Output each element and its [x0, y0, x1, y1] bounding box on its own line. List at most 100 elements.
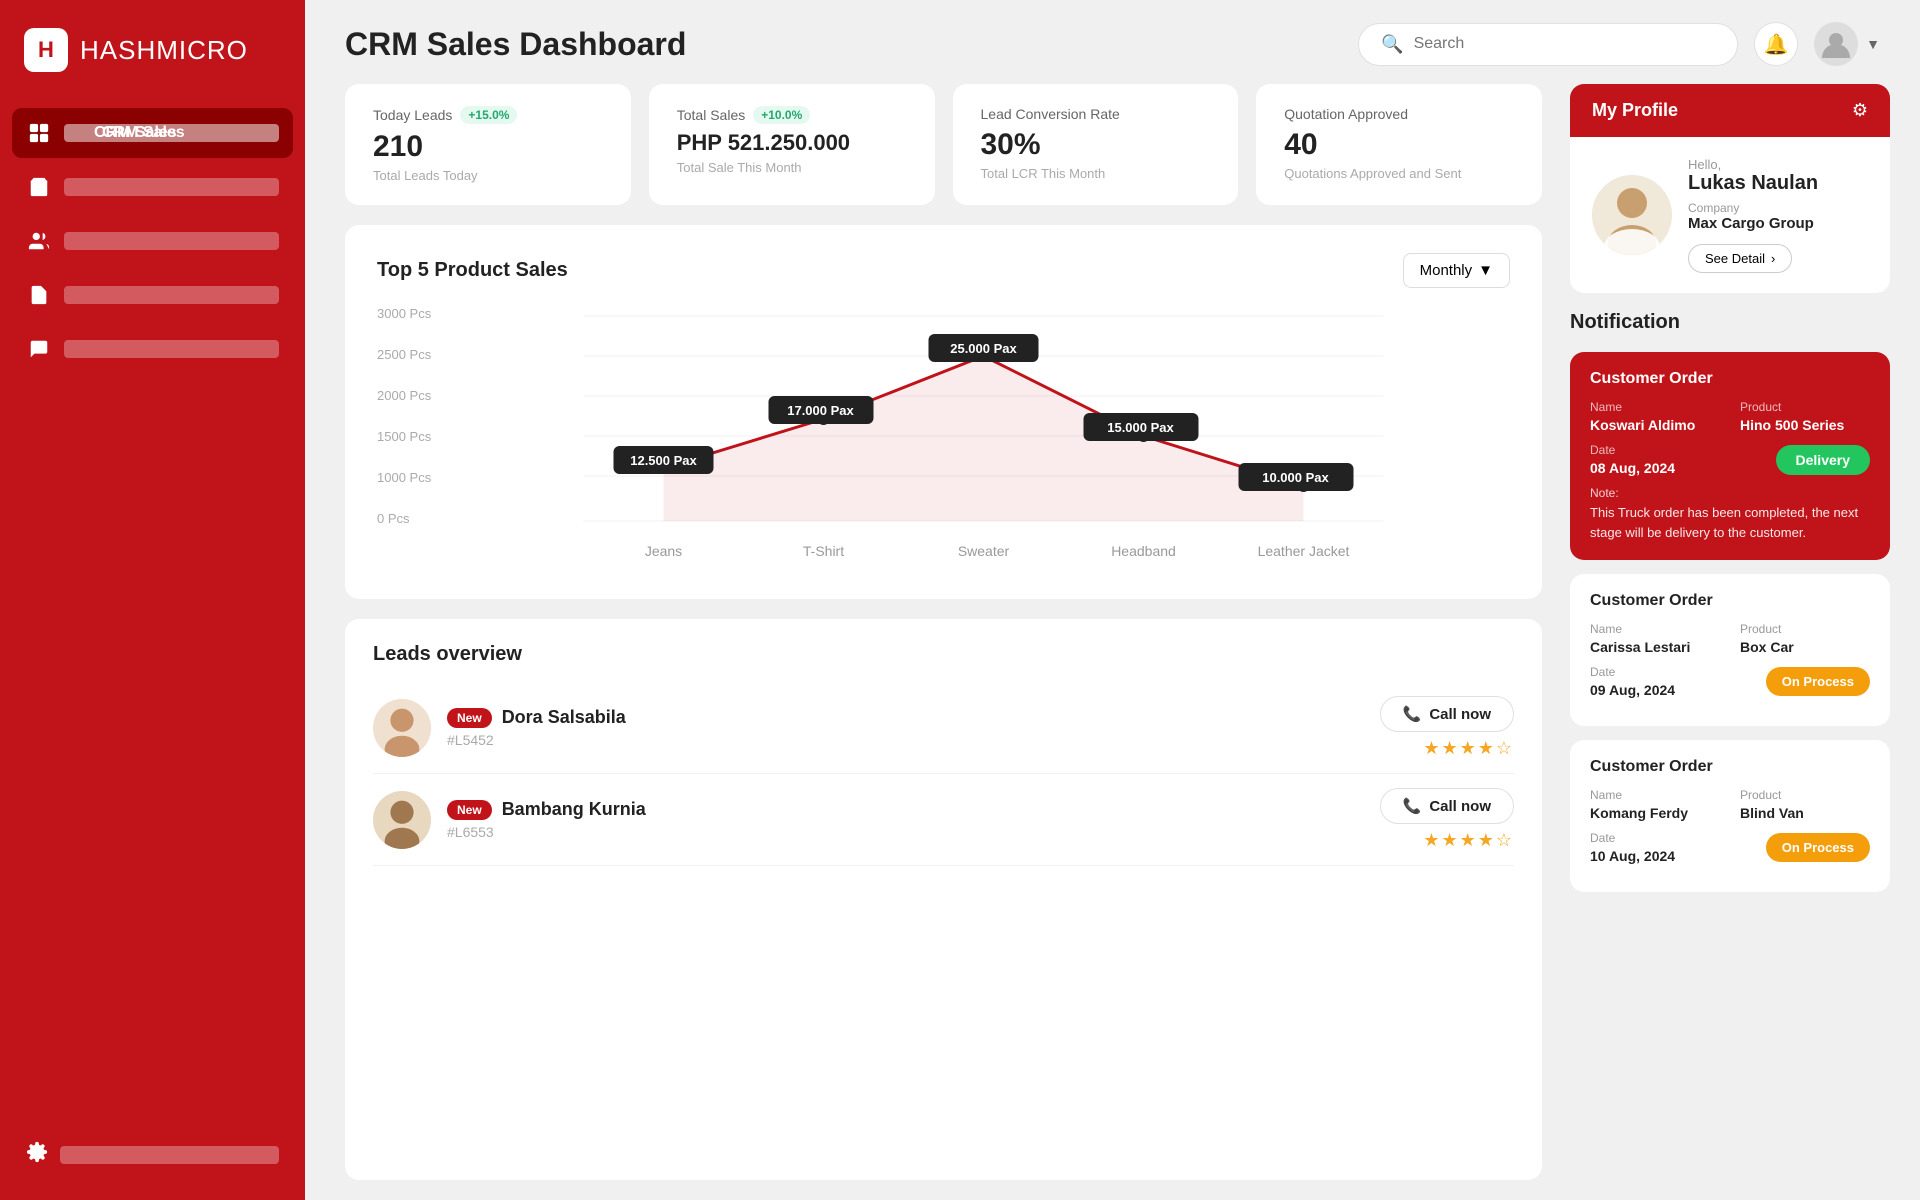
notif-1-note: Note: This Truck order has been complete…: [1590, 486, 1870, 542]
sidebar-item-shop-label: [64, 178, 279, 196]
kpi-quotation: Quotation Approved 40 Quotations Approve…: [1256, 84, 1542, 205]
avatar: [1814, 22, 1858, 66]
kpi-today-leads-label: Today Leads +15.0%: [373, 106, 603, 124]
lead-item-2: New Bambang Kurnia #L6553 📞 Call now ★★★…: [373, 774, 1514, 866]
sidebar-item-messages-label: [64, 340, 279, 358]
notif-2-title: Customer Order: [1590, 592, 1870, 610]
header: CRM Sales Dashboard 🔍 🔔 ▼: [305, 0, 1920, 84]
lead-right-2: 📞 Call now ★★★★☆: [1380, 788, 1514, 851]
notif-1-note-label: Note:: [1590, 486, 1870, 500]
notif-3-product-field: Product Blind Van: [1740, 788, 1870, 821]
period-chevron: ▼: [1478, 262, 1493, 279]
notif-2-name-label: Name: [1590, 622, 1720, 636]
kpi-today-leads-sub: Total Leads Today: [373, 168, 603, 183]
notif-1-date-field: Date 08 Aug, 2024: [1590, 443, 1776, 476]
settings-icon: [26, 1141, 48, 1168]
main-content: CRM Sales Dashboard 🔍 🔔 ▼ Today L: [305, 0, 1920, 1200]
delivery-button-1[interactable]: Delivery: [1776, 445, 1870, 475]
onprocess-button-3[interactable]: On Process: [1766, 833, 1870, 862]
lead-stars-2: ★★★★☆: [1423, 830, 1514, 851]
svg-text:T-Shirt: T-Shirt: [803, 543, 844, 559]
sidebar-item-crm-sales-text: CRM Sales: [102, 124, 185, 142]
call-button-1[interactable]: 📞 Call now: [1380, 696, 1514, 732]
phone-icon-2: 📞: [1403, 797, 1422, 815]
contacts-icon: [26, 228, 52, 254]
reports-icon: [26, 282, 52, 308]
sidebar-item-messages[interactable]: [12, 324, 293, 374]
chart-svg: 12.500 Pax 17.000 Pax 25.000 Pax 15.000 …: [457, 306, 1510, 566]
lead-item: New Dora Salsabila #L5452 📞 Call now ★★★…: [373, 682, 1514, 774]
notif-3-name-label: Name: [1590, 788, 1720, 802]
logo-area: H HASHMICRO: [0, 0, 305, 100]
sidebar-nav: CRM Sales: [0, 100, 305, 1113]
chart-title: Top 5 Product Sales: [377, 259, 568, 282]
notif-3-name-value: Komang Ferdy: [1590, 805, 1720, 821]
sidebar-item-shop[interactable]: [12, 162, 293, 212]
notif-3-product-value: Blind Van: [1740, 805, 1870, 821]
notif-2-name-value: Carissa Lestari: [1590, 639, 1720, 655]
notif-3-name-field: Name Komang Ferdy: [1590, 788, 1720, 821]
lead-avatar-2: [373, 791, 431, 849]
leads-title: Leads overview: [373, 643, 1514, 666]
kpi-quotation-value: 40: [1284, 128, 1514, 162]
kpi-total-sales-value: PHP 521.250.000: [677, 130, 907, 156]
shop-icon: [26, 174, 52, 200]
lead-right-1: 📞 Call now ★★★★☆: [1380, 696, 1514, 759]
period-selector[interactable]: Monthly ▼: [1403, 253, 1510, 288]
notif-2-date-label: Date: [1590, 665, 1766, 679]
chart-area: 3000 Pcs 2500 Pcs 2000 Pcs 1500 Pcs 1000…: [377, 306, 1510, 571]
crm-sales-icon: [26, 120, 52, 146]
call-button-2[interactable]: 📞 Call now: [1380, 788, 1514, 824]
kpi-total-sales-sub: Total Sale This Month: [677, 160, 907, 175]
profile-settings-icon[interactable]: ⚙: [1852, 100, 1868, 121]
onprocess-button-2[interactable]: On Process: [1766, 667, 1870, 696]
lead-avatar-1: [373, 699, 431, 757]
notification-section: Customer Order Name Koswari Aldimo Produ…: [1570, 352, 1890, 894]
y-label-1500: 1500 Pcs: [377, 429, 453, 444]
profile-body: Hello, Lukas Naulan Company Max Cargo Gr…: [1570, 137, 1890, 293]
kpi-quotation-label: Quotation Approved: [1284, 106, 1514, 122]
chart-header: Top 5 Product Sales Monthly ▼: [377, 253, 1510, 288]
svg-text:25.000 Pax: 25.000 Pax: [950, 341, 1017, 356]
notif-1-name-value: Koswari Aldimo: [1590, 417, 1720, 433]
notification-bell[interactable]: 🔔: [1754, 22, 1798, 66]
sidebar-item-crm-sales[interactable]: CRM Sales: [12, 108, 293, 158]
profile-hello: Hello,: [1688, 157, 1868, 172]
sidebar-item-reports-label: [64, 286, 279, 304]
lead-id-2: #L6553: [447, 824, 1364, 840]
profile-info: Hello, Lukas Naulan Company Max Cargo Gr…: [1688, 157, 1868, 273]
lead-badge-2: New: [447, 800, 492, 820]
y-label-1000: 1000 Pcs: [377, 470, 453, 485]
notif-3-date-label: Date: [1590, 831, 1766, 845]
lead-stars-1: ★★★★☆: [1423, 738, 1514, 759]
chevron-down-icon: ▼: [1866, 36, 1880, 52]
kpi-lcr-value: 30%: [981, 128, 1211, 162]
notif-1-name-field: Name Koswari Aldimo: [1590, 400, 1720, 433]
notif-2-product-value: Box Car: [1740, 639, 1870, 655]
notification-card-2: Customer Order Name Carissa Lestari Prod…: [1570, 574, 1890, 726]
see-detail-button[interactable]: See Detail ›: [1688, 244, 1792, 273]
notif-1-note-text: This Truck order has been completed, the…: [1590, 503, 1870, 542]
search-input[interactable]: [1414, 35, 1716, 53]
logo-text: HASHMICRO: [80, 35, 248, 66]
y-axis-labels: 3000 Pcs 2500 Pcs 2000 Pcs 1500 Pcs 1000…: [377, 306, 453, 526]
sidebar-settings-label: [60, 1146, 279, 1164]
sidebar-item-contacts[interactable]: [12, 216, 293, 266]
body-area: Today Leads +15.0% 210 Total Leads Today…: [305, 84, 1920, 1200]
sidebar-item-settings[interactable]: [12, 1129, 293, 1180]
svg-text:Jeans: Jeans: [645, 543, 682, 559]
sidebar-item-reports[interactable]: [12, 270, 293, 320]
notif-2-product-label: Product: [1740, 622, 1870, 636]
svg-text:17.000 Pax: 17.000 Pax: [787, 403, 854, 418]
notif-1-product-value: Hino 500 Series: [1740, 417, 1870, 433]
sidebar-bottom: [0, 1113, 305, 1200]
notif-1-name-label: Name: [1590, 400, 1720, 414]
user-avatar-wrap[interactable]: ▼: [1814, 22, 1880, 66]
svg-text:Headband: Headband: [1111, 543, 1176, 559]
profile-name: Lukas Naulan: [1688, 172, 1868, 195]
svg-text:15.000 Pax: 15.000 Pax: [1107, 420, 1174, 435]
notif-2-product-field: Product Box Car: [1740, 622, 1870, 655]
leads-card: Leads overview New Dora Salsabila: [345, 619, 1542, 1180]
notification-card-1: Customer Order Name Koswari Aldimo Produ…: [1570, 352, 1890, 560]
search-box[interactable]: 🔍: [1358, 23, 1738, 66]
